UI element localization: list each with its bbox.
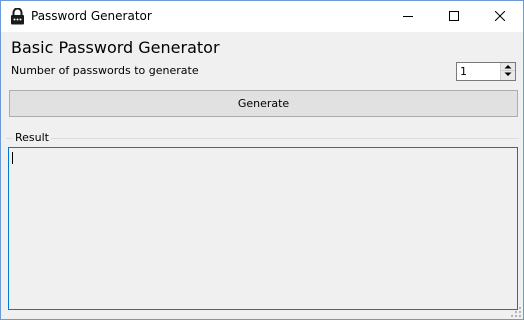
resize-grip-icon[interactable] <box>511 307 521 317</box>
minimize-icon <box>403 16 413 17</box>
stepper-up-button[interactable] <box>501 63 515 71</box>
maximize-button[interactable] <box>431 1 477 32</box>
minimize-button[interactable] <box>385 1 431 32</box>
password-count-value[interactable]: 1 <box>460 65 467 78</box>
chevron-up-icon <box>504 65 512 69</box>
close-button[interactable] <box>477 1 523 32</box>
close-icon <box>495 11 505 21</box>
result-textarea[interactable] <box>8 147 518 310</box>
result-group-border <box>6 138 519 139</box>
maximize-icon <box>449 11 459 21</box>
password-count-label: Number of passwords to generate <box>11 64 199 77</box>
chevron-down-icon <box>504 72 512 76</box>
window-title: Password Generator <box>31 9 152 23</box>
stepper-down-button[interactable] <box>501 71 515 80</box>
page-title: Basic Password Generator <box>11 38 220 57</box>
text-caret <box>12 152 13 164</box>
password-count-stepper[interactable]: 1 <box>456 62 516 81</box>
result-group-label: Result <box>13 131 51 144</box>
title-bar[interactable]: Password Generator <box>1 1 523 32</box>
stepper-arrows <box>500 63 515 80</box>
app-window: Password Generator Basic Password Genera… <box>0 0 524 320</box>
generate-button[interactable]: Generate <box>9 90 518 117</box>
lock-icon <box>10 7 25 25</box>
